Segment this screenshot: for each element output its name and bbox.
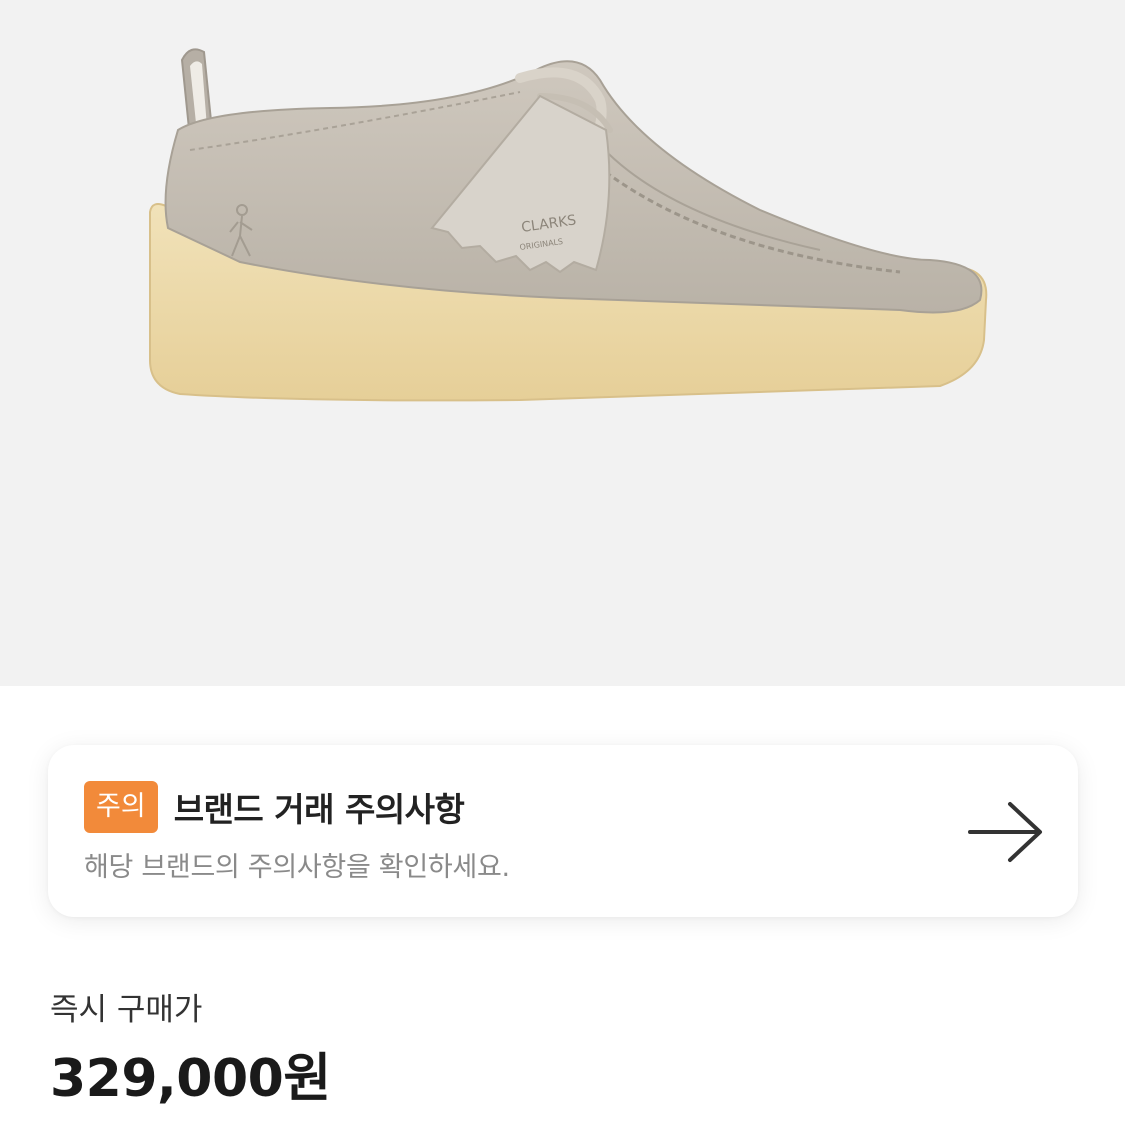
notice-description: 해당 브랜드의 주의사항을 확인하세요.: [84, 852, 510, 883]
brand-notice-card[interactable]: 주의 브랜드 거래 주의사항 해당 브랜드의 주의사항을 확인하세요.: [48, 745, 1078, 917]
product-image: CLARKS ORIGINALS: [0, 0, 1125, 686]
shoe-image: CLARKS ORIGINALS: [149, 48, 988, 402]
notice-title: 브랜드 거래 주의사항: [173, 790, 465, 829]
instant-buy-price-value: 329,000원: [50, 1049, 331, 1109]
arrow-right-icon[interactable]: [966, 800, 1046, 864]
instant-buy-price-label: 즉시 구매가: [50, 992, 203, 1028]
notice-title-row: 주의 브랜드 거래 주의사항: [84, 781, 465, 833]
caution-badge: 주의: [84, 781, 158, 833]
